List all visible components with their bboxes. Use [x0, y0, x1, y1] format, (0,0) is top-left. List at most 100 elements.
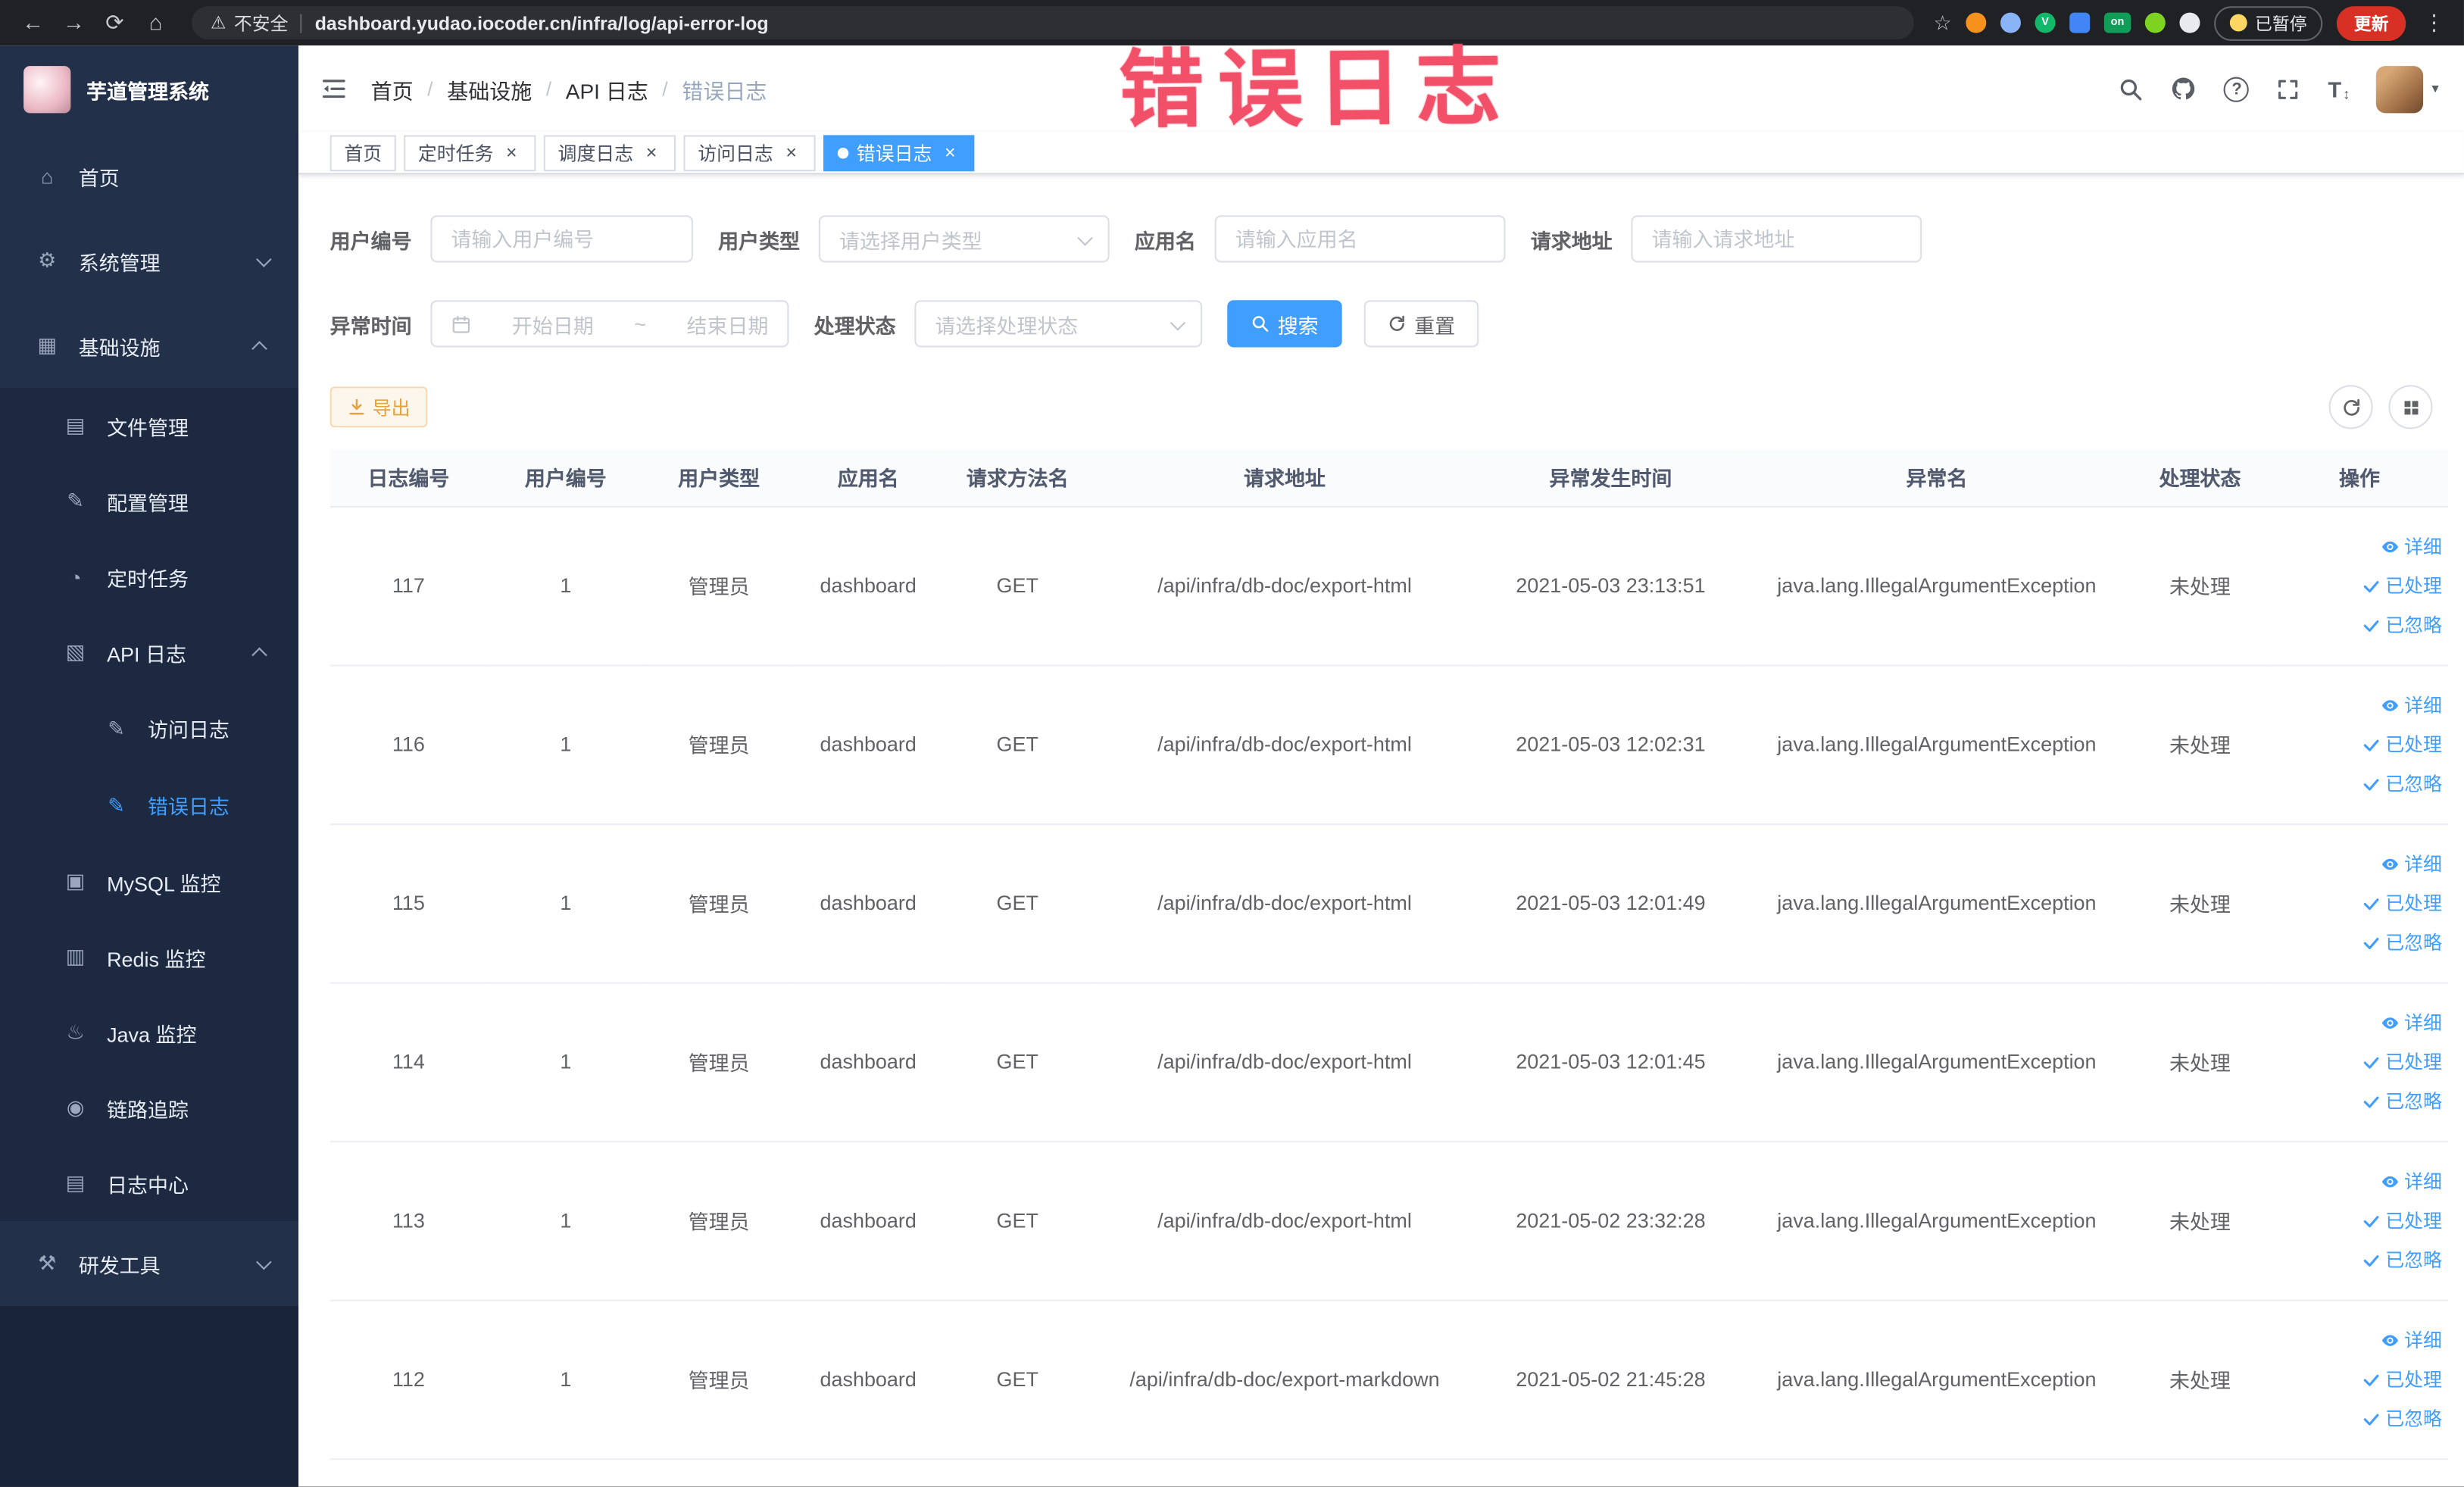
extension-icon[interactable]	[2144, 12, 2166, 33]
extension-icon[interactable]: V	[2035, 12, 2056, 33]
extension-icon[interactable]	[2179, 12, 2200, 33]
filter-app-name: 应用名	[1135, 215, 1506, 263]
browser-forward-button[interactable]: →	[57, 0, 92, 45]
ignored-link[interactable]: 已忽略	[2362, 1405, 2442, 1432]
detail-link[interactable]: 详细	[2381, 692, 2442, 718]
extension-icon[interactable]	[2069, 12, 2091, 33]
sidebar-item-error-log[interactable]: ✎ 错误日志	[0, 767, 299, 845]
detail-link[interactable]: 详细	[2381, 1167, 2442, 1194]
github-icon[interactable]	[2171, 76, 2197, 102]
ignored-link[interactable]: 已忽略	[2362, 1088, 2442, 1114]
sidebar-item-java-monitor[interactable]: ♨ Java 监控	[0, 995, 299, 1070]
ignored-link[interactable]: 已忽略	[2362, 929, 2442, 955]
fullscreen-icon[interactable]	[2276, 77, 2301, 102]
search-icon[interactable]	[2119, 77, 2144, 102]
logo-image	[23, 66, 71, 114]
tab-schedule-log[interactable]: 调度日志 ×	[543, 134, 676, 171]
request-url-input[interactable]	[1631, 215, 1922, 263]
tab-error-log[interactable]: 错误日志 ×	[823, 134, 975, 171]
ignored-link[interactable]: 已忽略	[2362, 611, 2442, 638]
sidebar-item-api-logs[interactable]: ▧ API 日志	[0, 614, 299, 690]
processed-link[interactable]: 已处理	[2362, 572, 2442, 598]
processed-link[interactable]: 已处理	[2362, 1366, 2442, 1392]
sidebar-item-infrastructure[interactable]: ▦ 基础设施	[0, 303, 299, 389]
processed-link[interactable]: 已处理	[2362, 1048, 2442, 1075]
tab-home[interactable]: 首页	[329, 134, 396, 171]
sidebar-item-scheduled-jobs[interactable]: ◔ 定时任务	[0, 539, 299, 615]
detail-link[interactable]: 详细	[2381, 850, 2442, 876]
trace-icon: ◉	[66, 1095, 85, 1120]
col-exception-name: 异常名	[1744, 449, 2130, 508]
browser-home-button[interactable]: ⌂	[139, 0, 173, 45]
main-area: 首页 / 基础设施 / API 日志 / 错误日志 ? T ↕ ▾ 首页 定时任…	[298, 45, 2464, 1487]
sidebar-item-file-management[interactable]: ▤ 文件管理	[0, 388, 299, 464]
top-navbar: 首页 / 基础设施 / API 日志 / 错误日志 ? T ↕ ▾	[298, 45, 2464, 133]
column-settings-button[interactable]	[2388, 385, 2433, 430]
extension-icon[interactable]	[1966, 12, 1987, 33]
sidebar-item-redis-monitor[interactable]: ▥ Redis 监控	[0, 919, 299, 995]
detail-link[interactable]: 详细	[2381, 1009, 2442, 1036]
breadcrumb-api-logs[interactable]: API 日志	[566, 73, 648, 104]
filter-exception-time: 异常时间 开始日期 ~ 结束日期	[330, 300, 789, 348]
sidebar-item-log-center[interactable]: ▤ 日志中心	[0, 1145, 299, 1221]
close-icon[interactable]: ×	[781, 142, 801, 163]
smiley-icon	[2229, 14, 2247, 32]
detail-link[interactable]: 详细	[2381, 533, 2442, 559]
extension-icon[interactable]	[2000, 12, 2021, 33]
app-logo[interactable]: 芋道管理系统	[0, 45, 298, 133]
ignored-link[interactable]: 已忽略	[2362, 1246, 2442, 1273]
chevron-up-icon	[251, 646, 267, 663]
processed-link[interactable]: 已处理	[2362, 731, 2442, 758]
search-button[interactable]: 搜索	[1227, 300, 1342, 348]
user-id-input[interactable]	[430, 215, 693, 263]
sidebar-item-access-log[interactable]: ✎ 访问日志	[0, 689, 299, 767]
close-icon[interactable]: ×	[940, 142, 960, 163]
database-icon: ▣	[65, 869, 86, 893]
sidebar-item-home[interactable]: ⌂ 首页	[0, 133, 299, 219]
extension-icon[interactable]: on	[2103, 12, 2131, 33]
refresh-table-button[interactable]	[2328, 385, 2373, 430]
chevron-down-icon	[256, 251, 272, 267]
active-dot	[837, 146, 849, 158]
app-name-input[interactable]	[1214, 215, 1506, 263]
detail-link[interactable]: 详细	[2381, 1326, 2442, 1353]
help-icon[interactable]: ?	[2224, 76, 2250, 102]
sidebar-item-dev-tools[interactable]: ⚒ 研发工具	[0, 1220, 299, 1306]
browser-menu-icon[interactable]: ⋮	[2420, 9, 2448, 36]
sidebar: 芋道管理系统 ⌂ 首页 ⚙ 系统管理 ▦ 基础设施 ▤ 文件管理 ✎ 配置管理 …	[0, 45, 299, 1487]
date-range-picker[interactable]: 开始日期 ~ 结束日期	[430, 300, 789, 348]
calendar-icon	[451, 314, 471, 334]
paused-badge[interactable]: 已暂停	[2214, 5, 2323, 40]
table-row: 113 1 管理员 dashboard GET /api/infra/db-do…	[329, 1141, 2449, 1301]
breadcrumb-home[interactable]: 首页	[371, 73, 414, 104]
close-icon[interactable]: ×	[501, 142, 522, 163]
breadcrumb-infrastructure[interactable]: 基础设施	[447, 73, 532, 104]
reset-button[interactable]: 重置	[1363, 300, 1479, 348]
processed-link[interactable]: 已处理	[2362, 889, 2442, 916]
export-button[interactable]: 导出	[329, 386, 428, 428]
sidebar-fold-icon[interactable]	[320, 76, 347, 102]
browser-update-button[interactable]: 更新	[2336, 5, 2406, 40]
user-type-select[interactable]: 请选择用户类型	[818, 215, 1110, 263]
close-icon[interactable]: ×	[642, 142, 662, 163]
browser-reload-button[interactable]: ⟳	[98, 0, 133, 45]
tab-access-log[interactable]: 访问日志 ×	[683, 134, 816, 171]
sidebar-item-config-management[interactable]: ✎ 配置管理	[0, 464, 299, 539]
table-header-row: 日志编号 用户编号 用户类型 应用名 请求方法名 请求地址 异常发生时间 异常名…	[329, 449, 2449, 508]
browser-back-button[interactable]: ←	[16, 0, 51, 45]
font-size-icon[interactable]: T ↕	[2328, 77, 2350, 102]
bookmark-star-icon[interactable]: ☆	[1933, 10, 1951, 35]
sidebar-item-trace[interactable]: ◉ 链路追踪	[0, 1070, 299, 1146]
document-icon: ✎	[108, 792, 125, 817]
address-bar[interactable]: ⚠ 不安全 dashboard.yudao.iocoder.cn/infra/l…	[192, 6, 1915, 39]
sidebar-item-system[interactable]: ⚙ 系统管理	[0, 218, 299, 304]
sidebar-item-mysql-monitor[interactable]: ▣ MySQL 监控	[0, 844, 299, 920]
process-status-select[interactable]: 请选择处理状态	[914, 300, 1203, 348]
processed-link[interactable]: 已处理	[2362, 1207, 2442, 1233]
breadcrumb: 首页 / 基础设施 / API 日志 / 错误日志	[371, 73, 767, 104]
ignored-link[interactable]: 已忽略	[2362, 770, 2442, 797]
tab-scheduled-jobs[interactable]: 定时任务 ×	[404, 134, 536, 171]
filter-user-type: 用户类型 请选择用户类型	[718, 215, 1110, 263]
site-security-label[interactable]: ⚠ 不安全	[211, 10, 288, 35]
user-menu[interactable]: ▾	[2376, 65, 2439, 113]
